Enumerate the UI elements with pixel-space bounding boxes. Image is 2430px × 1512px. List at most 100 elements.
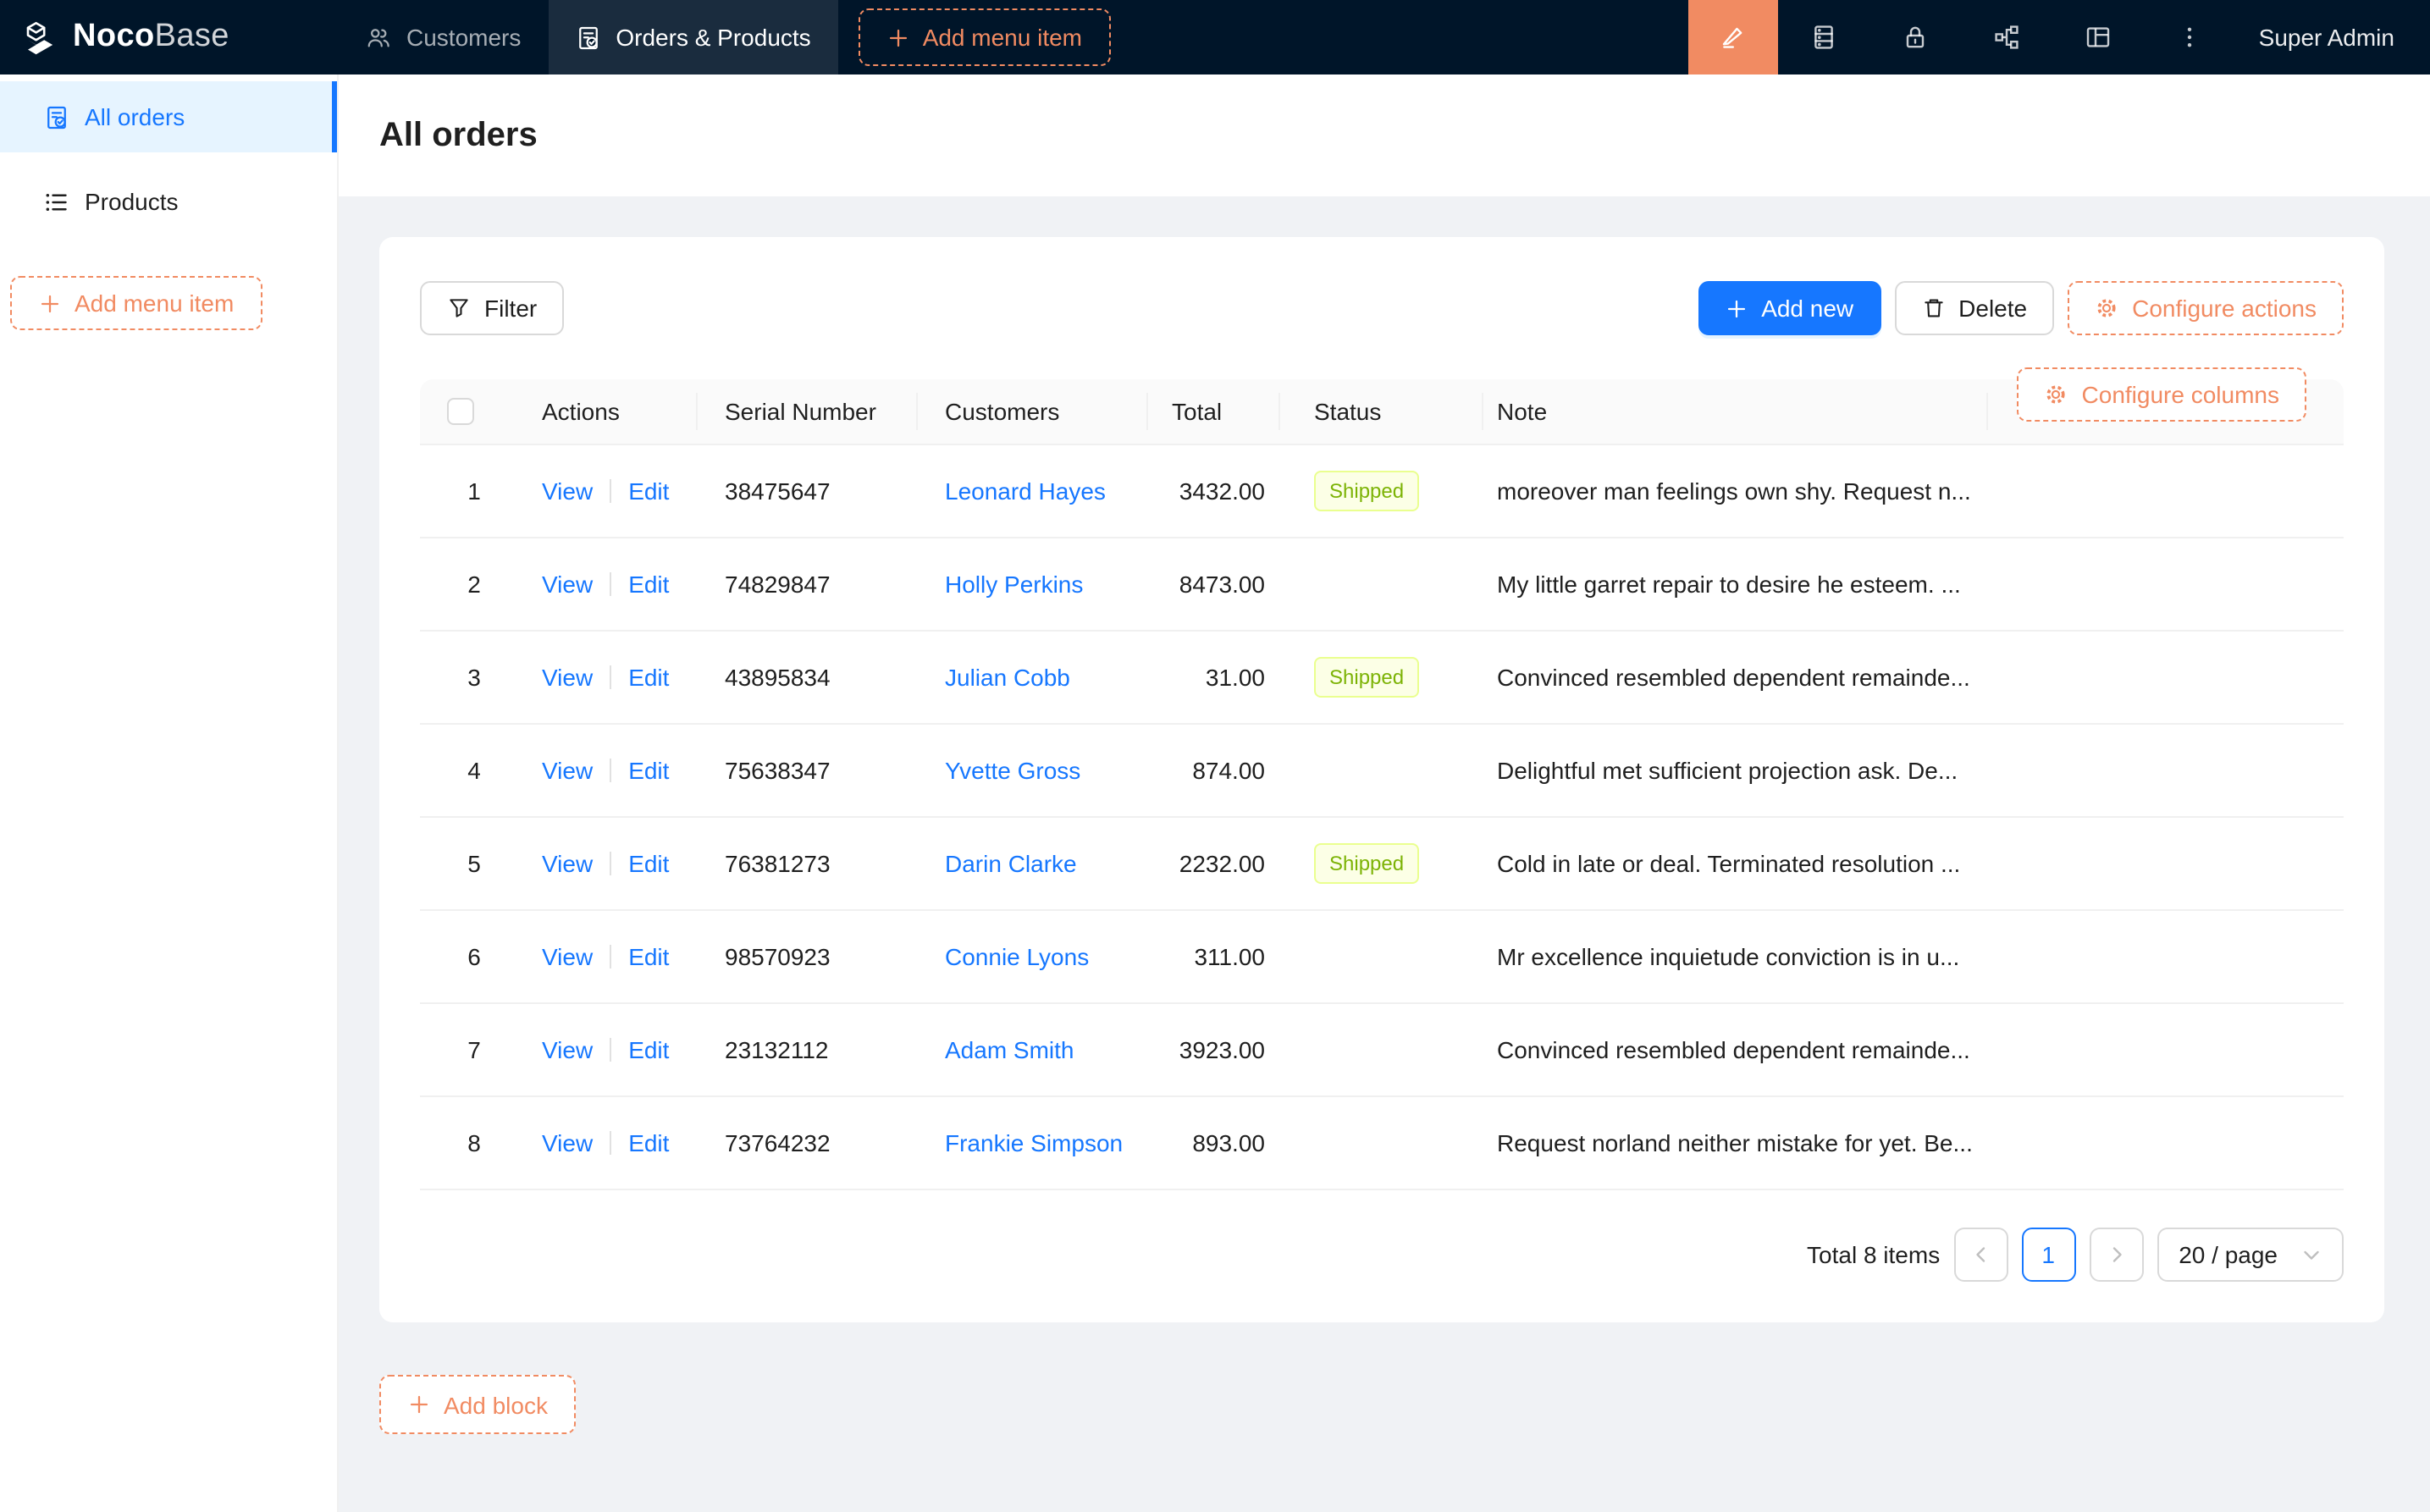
workflow-button[interactable] [1961,0,2052,74]
next-page-button[interactable] [2089,1228,2143,1282]
page-content: Filter Add new Delete [339,196,2430,1512]
customer-link[interactable]: Adam Smith [945,1036,1074,1063]
user-name: Super Admin [2259,24,2394,51]
user-menu[interactable]: Super Admin [2235,0,2430,74]
view-link[interactable]: View [542,571,593,598]
status-badge: Shipped [1314,657,1419,698]
sidebar-add-menu-item-button[interactable]: Add menu item [10,276,262,330]
table-row: 5 View Edit 76381273 Darin Clarke 2232.0… [420,818,2344,911]
link-divider [610,759,611,782]
delete-button[interactable]: Delete [1894,281,2054,335]
view-link[interactable]: View [542,477,593,505]
plugin-manager-button[interactable] [1778,0,1869,74]
status-badge: Shipped [1314,471,1419,511]
configure-actions-button[interactable]: Configure actions [2068,281,2344,335]
view-link[interactable]: View [542,850,593,877]
link-divider [610,1131,611,1155]
orders-icon [575,25,600,50]
plus-icon [1726,297,1748,319]
table-row: 8 View Edit 73764232 Frankie Simpson 893… [420,1097,2344,1190]
customer-link[interactable]: Leonard Hayes [945,477,1106,505]
customer-link[interactable]: Julian Cobb [945,664,1070,691]
total-cell: 3432.00 [1148,445,1280,537]
ui-editor-button[interactable] [1688,0,1778,74]
topbar: NocoBase Customers Orders & [0,0,2430,74]
link-divider [610,479,611,503]
orders-icon [44,104,69,130]
customer-link[interactable]: Frankie Simpson [945,1129,1123,1156]
page-header: All orders [339,74,2430,196]
select-all-checkbox[interactable] [447,398,474,425]
sidebar-item-products[interactable]: Products [0,166,337,237]
edit-link[interactable]: Edit [628,477,669,505]
view-link[interactable]: View [542,1036,593,1063]
table-body: 1 View Edit 38475647 Leonard Hayes 3432.… [420,445,2344,1190]
edit-link[interactable]: Edit [628,757,669,784]
edit-link[interactable]: Edit [628,1036,669,1063]
serial-number-cell: 38475647 [698,445,918,537]
app: NocoBase Customers Orders & [0,0,2430,1512]
note-cell: My little garret repair to desire he est… [1483,538,1988,631]
nav-tab-label: Customers [406,24,521,51]
filter-button[interactable]: Filter [420,281,564,335]
edit-link[interactable]: Edit [628,943,669,970]
sidebar-item-all-orders[interactable]: All orders [0,81,337,152]
table-row: 3 View Edit 43895834 Julian Cobb 31.00 S… [420,632,2344,725]
serial-number-cell: 76381273 [698,818,918,909]
view-link[interactable]: View [542,757,593,784]
gear-icon [2045,383,2068,406]
chevron-down-icon [2301,1244,2322,1265]
total-cell: 3923.00 [1148,1004,1280,1095]
configure-columns-button[interactable]: Configure columns [2018,367,2306,422]
customer-link[interactable]: Yvette Gross [945,757,1080,784]
nav-tab-label: Orders & Products [616,24,810,51]
edit-link[interactable]: Edit [628,664,669,691]
customer-link[interactable]: Holly Perkins [945,571,1083,598]
plus-icon [39,292,61,314]
add-new-button[interactable]: Add new [1698,281,1880,335]
top-nav: Customers Orders & Products [339,0,838,74]
note-cell: Convinced resembled dependent remainde..… [1483,631,1988,724]
view-link[interactable]: View [542,943,593,970]
table-row: 7 View Edit 23132112 Adam Smith 3923.00 … [420,1004,2344,1097]
note-cell: Cold in late or deal. Terminated resolut… [1483,817,1988,910]
note-cell: moreover man feelings own shy. Request n… [1483,444,1988,538]
more-actions-button[interactable] [2144,0,2235,74]
serial-number-cell: 98570923 [698,911,918,1002]
note-cell: Request norland neither mistake for yet.… [1483,1096,1988,1189]
total-cell: 8473.00 [1148,538,1280,630]
list-icon [44,189,69,214]
nav-tab-customers[interactable]: Customers [339,0,548,74]
column-header-actions: Actions [528,379,698,444]
topbar-add-menu-item-button[interactable]: Add menu item [859,8,1111,66]
edit-link[interactable]: Edit [628,850,669,877]
edit-link[interactable]: Edit [628,1129,669,1156]
link-divider [610,665,611,689]
customer-link[interactable]: Connie Lyons [945,943,1089,970]
table-block: Filter Add new Delete [379,237,2384,1322]
customer-link[interactable]: Darin Clarke [945,850,1077,877]
pagination: Total 8 items 1 20 / page [420,1228,2344,1282]
view-link[interactable]: View [542,664,593,691]
table-row: 6 View Edit 98570923 Connie Lyons 311.00… [420,911,2344,1004]
gear-icon [2095,296,2118,320]
view-link[interactable]: View [542,1129,593,1156]
total-cell: 874.00 [1148,725,1280,816]
plus-icon [887,26,909,48]
logo: NocoBase [0,0,339,74]
serial-number-cell: 23132112 [698,1004,918,1095]
page-size-select[interactable]: 20 / page [2157,1228,2344,1282]
add-block-button[interactable]: Add block [379,1375,577,1434]
row-index: 3 [467,664,481,691]
chevron-left-icon [1970,1244,1991,1265]
serial-number-cell: 43895834 [698,632,918,723]
nav-tab-orders-products[interactable]: Orders & Products [548,0,837,74]
prev-page-button[interactable] [1953,1228,2008,1282]
serial-number-cell: 74829847 [698,538,918,630]
layout-settings-button[interactable] [2052,0,2144,74]
topbar-spacer [1111,0,1688,74]
edit-link[interactable]: Edit [628,571,669,598]
page-number-1[interactable]: 1 [2021,1228,2075,1282]
access-control-button[interactable] [1869,0,1961,74]
sidebar-item-label: All orders [85,103,185,130]
